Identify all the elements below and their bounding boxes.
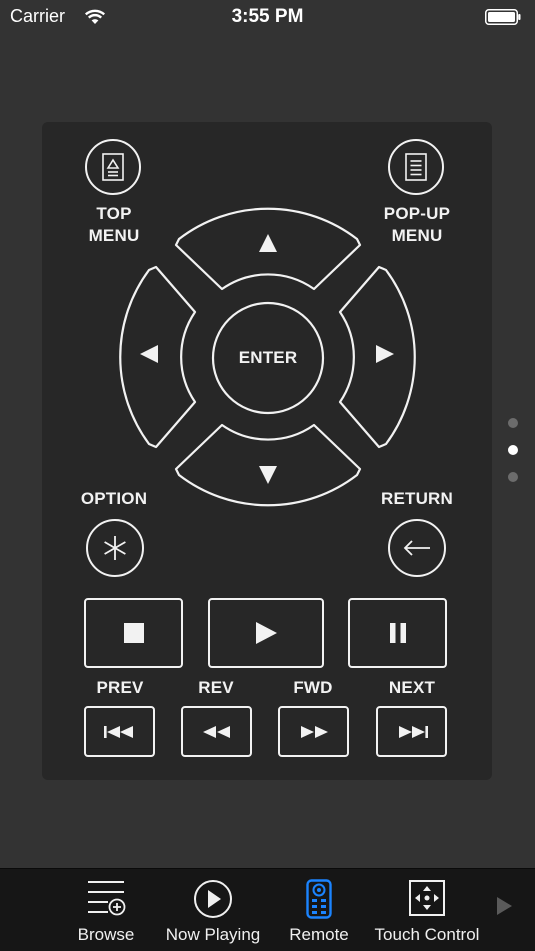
tab-now-playing-label: Now Playing	[165, 925, 261, 944]
tab-browse[interactable]: Browse	[60, 869, 152, 951]
return-button[interactable]	[388, 519, 446, 577]
back-arrow-icon	[403, 540, 430, 556]
stop-button[interactable]	[84, 598, 183, 668]
page-dot-2[interactable]	[508, 445, 518, 455]
option-button[interactable]	[86, 519, 144, 577]
tab-touch-control-label: Touch Control	[374, 925, 480, 944]
option-label: OPTION	[80, 489, 148, 508]
tab-now-playing[interactable]: Now Playing	[160, 869, 266, 951]
next-label: NEXT	[388, 678, 436, 697]
stop-icon	[123, 623, 144, 643]
skip-forward-icon	[398, 725, 428, 738]
tab-browse-label: Browse	[77, 925, 135, 944]
clock: 3:55 PM	[231, 6, 304, 27]
rev-label: REV	[198, 678, 234, 697]
browse-icon	[88, 881, 126, 916]
more-tabs-arrow-icon[interactable]	[494, 896, 514, 916]
battery-icon	[485, 9, 521, 25]
next-button[interactable]	[376, 706, 447, 757]
rewind-icon	[202, 725, 230, 738]
fwd-label: FWD	[293, 678, 333, 697]
remote-icon	[306, 879, 332, 919]
touch-control-icon	[409, 880, 445, 916]
dpad	[119, 207, 416, 507]
dpad-down-button[interactable]	[174, 423, 362, 507]
skip-back-icon	[103, 725, 133, 738]
tab-remote-label: Remote	[289, 925, 349, 944]
status-bar: Carrier 3:55 PM	[0, 0, 535, 36]
play-circle-icon	[194, 880, 232, 918]
play-button[interactable]	[208, 598, 324, 668]
rev-button[interactable]	[181, 706, 252, 757]
prev-label: PREV	[96, 678, 144, 697]
page-dot-3[interactable]	[508, 472, 518, 482]
enter-label: ENTER	[238, 348, 298, 367]
asterisk-icon	[104, 536, 126, 560]
tab-bar: Browse Now Playing Remote Touch Control	[0, 868, 535, 951]
fast-forward-icon	[300, 725, 328, 738]
return-label: RETURN	[380, 489, 454, 508]
page-dot-1[interactable]	[508, 418, 518, 428]
pause-button[interactable]	[348, 598, 447, 668]
pause-icon	[389, 623, 406, 643]
play-icon	[256, 622, 277, 644]
fwd-button[interactable]	[278, 706, 349, 757]
prev-button[interactable]	[84, 706, 155, 757]
tab-remote[interactable]: Remote	[280, 869, 358, 951]
tab-touch-control[interactable]: Touch Control	[370, 869, 484, 951]
remote-panel: TOP MENU POP-UP MENU ENTER OPTION RETURN…	[42, 122, 492, 780]
